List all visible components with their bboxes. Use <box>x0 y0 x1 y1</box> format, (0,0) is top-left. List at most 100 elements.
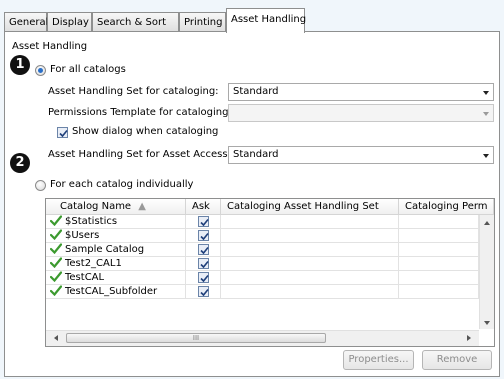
green-check-icon <box>49 285 63 297</box>
cataloging-permissions-cell <box>399 285 479 299</box>
cataloging-permissions-cell <box>399 215 479 229</box>
tab-display[interactable]: Display <box>47 12 92 32</box>
checkmark-icon <box>200 260 209 269</box>
tab-printing[interactable]: Printing <box>179 12 226 32</box>
each-catalog-label[interactable]: For each catalog individually <box>50 179 193 190</box>
catalog-name-cell: $Statistics <box>46 215 186 229</box>
sort-ascending-icon: ▲ <box>138 201 146 212</box>
ask-checkbox[interactable] <box>198 258 209 269</box>
catalog-name: Sample Catalog <box>65 244 145 255</box>
checkmark-icon <box>59 129 68 138</box>
horizontal-scrollbar[interactable]: III <box>46 330 479 346</box>
catalog-name: $Users <box>65 230 100 241</box>
ask-cell <box>186 243 221 257</box>
each-catalog-radio[interactable] <box>35 180 46 191</box>
cataloging-set-label: Asset Handling Set for cataloging: <box>48 86 219 97</box>
chevron-down-icon <box>483 154 489 158</box>
ask-checkbox[interactable] <box>198 286 209 297</box>
checkmark-icon <box>200 246 209 255</box>
permissions-template-label: Permissions Template for cataloging: <box>48 107 232 118</box>
cataloging-set-select[interactable]: Standard <box>228 83 494 101</box>
table-row[interactable]: Test2_CAL1 <box>46 257 479 271</box>
column-header-label: Ask <box>192 201 210 212</box>
properties-button[interactable]: Properties... <box>343 350 414 370</box>
scroll-right-arrow-icon[interactable] <box>467 335 471 341</box>
column-header-label: Catalog Name <box>60 201 132 212</box>
ask-checkbox[interactable] <box>198 230 209 241</box>
green-check-icon <box>49 229 63 241</box>
asset-handling-set-cell <box>221 229 399 243</box>
tab-search-sort[interactable]: Search & Sort <box>92 12 179 32</box>
ask-cell <box>186 215 221 229</box>
horizontal-scroll-thumb[interactable]: III <box>66 333 326 343</box>
tab-label: Asset Handling <box>231 14 307 25</box>
cataloging-permissions-cell <box>399 271 479 285</box>
asset-access-select[interactable]: Standard <box>228 146 494 164</box>
cataloging-set-value: Standard <box>233 86 279 97</box>
asset-handling-set-cell <box>221 243 399 257</box>
table-row[interactable]: TestCAL_Subfolder <box>46 285 479 299</box>
catalog-name: TestCAL <box>65 272 105 283</box>
table-row[interactable]: Sample Catalog <box>46 243 479 257</box>
tab-label: General <box>9 17 49 28</box>
callout-badge-1: 1 <box>10 55 30 75</box>
remove-button[interactable]: Remove <box>422 350 492 370</box>
ask-cell <box>186 257 221 271</box>
column-header-label: Cataloging Perm <box>405 201 488 212</box>
ask-checkbox[interactable] <box>198 272 209 283</box>
permissions-template-select[interactable] <box>228 104 494 122</box>
cataloging-permissions-cell <box>399 243 479 257</box>
group-title: Asset Handling <box>12 41 88 52</box>
ask-cell <box>186 271 221 285</box>
ask-checkbox[interactable] <box>198 244 209 255</box>
catalog-name: $Statistics <box>65 216 118 227</box>
green-check-icon <box>49 271 63 283</box>
table-row[interactable]: $Statistics <box>46 215 479 229</box>
tab-label: Search & Sort <box>97 17 167 28</box>
column-header-catalog-name[interactable]: Catalog Name ▲ <box>46 199 186 215</box>
catalog-name-cell: $Users <box>46 229 186 243</box>
scroll-down-arrow-icon[interactable] <box>484 321 490 325</box>
green-check-icon <box>49 257 63 269</box>
vertical-scrollbar[interactable] <box>479 215 494 329</box>
catalog-name-cell: TestCAL <box>46 271 186 285</box>
column-header-label: Cataloging Asset Handling Set <box>227 201 379 212</box>
checkmark-icon <box>200 288 209 297</box>
asset-access-value: Standard <box>233 149 279 160</box>
cataloging-permissions-cell <box>399 229 479 243</box>
cataloging-permissions-cell <box>399 257 479 271</box>
catalog-name: Test2_CAL1 <box>65 258 122 269</box>
catalog-name-cell: Sample Catalog <box>46 243 186 257</box>
show-dialog-checkbox[interactable] <box>57 127 68 138</box>
column-header-asset-handling-set[interactable]: Cataloging Asset Handling Set <box>221 199 399 215</box>
chevron-down-icon <box>483 112 489 116</box>
tab-label: Display <box>52 17 89 28</box>
catalog-name-cell: TestCAL_Subfolder <box>46 285 186 299</box>
checkmark-icon <box>200 232 209 241</box>
asset-handling-set-cell <box>221 215 399 229</box>
callout-badge-2: 2 <box>10 153 30 173</box>
column-header-ask[interactable]: Ask <box>186 199 221 215</box>
scroll-up-arrow-icon[interactable] <box>484 221 490 225</box>
all-catalogs-radio[interactable] <box>35 65 46 76</box>
chevron-down-icon <box>483 91 489 95</box>
catalog-name: TestCAL_Subfolder <box>65 286 158 297</box>
scroll-thumb-grip: III <box>192 334 200 342</box>
ask-checkbox[interactable] <box>198 216 209 227</box>
tab-label: Printing <box>184 17 223 28</box>
tab-asset-handling[interactable]: Asset Handling <box>226 8 307 33</box>
asset-handling-set-cell <box>221 285 399 299</box>
all-catalogs-label[interactable]: For all catalogs <box>50 64 126 75</box>
table-row[interactable]: $Users <box>46 229 479 243</box>
scroll-left-arrow-icon[interactable] <box>54 335 58 341</box>
ask-cell <box>186 229 221 243</box>
asset-handling-set-cell <box>221 271 399 285</box>
ask-cell <box>186 285 221 299</box>
catalog-table: Catalog Name ▲ Ask Cataloging Asset Hand… <box>45 198 495 347</box>
show-dialog-label[interactable]: Show dialog when cataloging <box>72 126 218 137</box>
asset-access-label: Asset Handling Set for Asset Access: <box>48 149 231 160</box>
column-header-cataloging-permissions[interactable]: Cataloging Perm <box>399 199 494 215</box>
table-row[interactable]: TestCAL <box>46 271 479 285</box>
tab-general[interactable]: General <box>4 12 49 32</box>
catalog-name-cell: Test2_CAL1 <box>46 257 186 271</box>
